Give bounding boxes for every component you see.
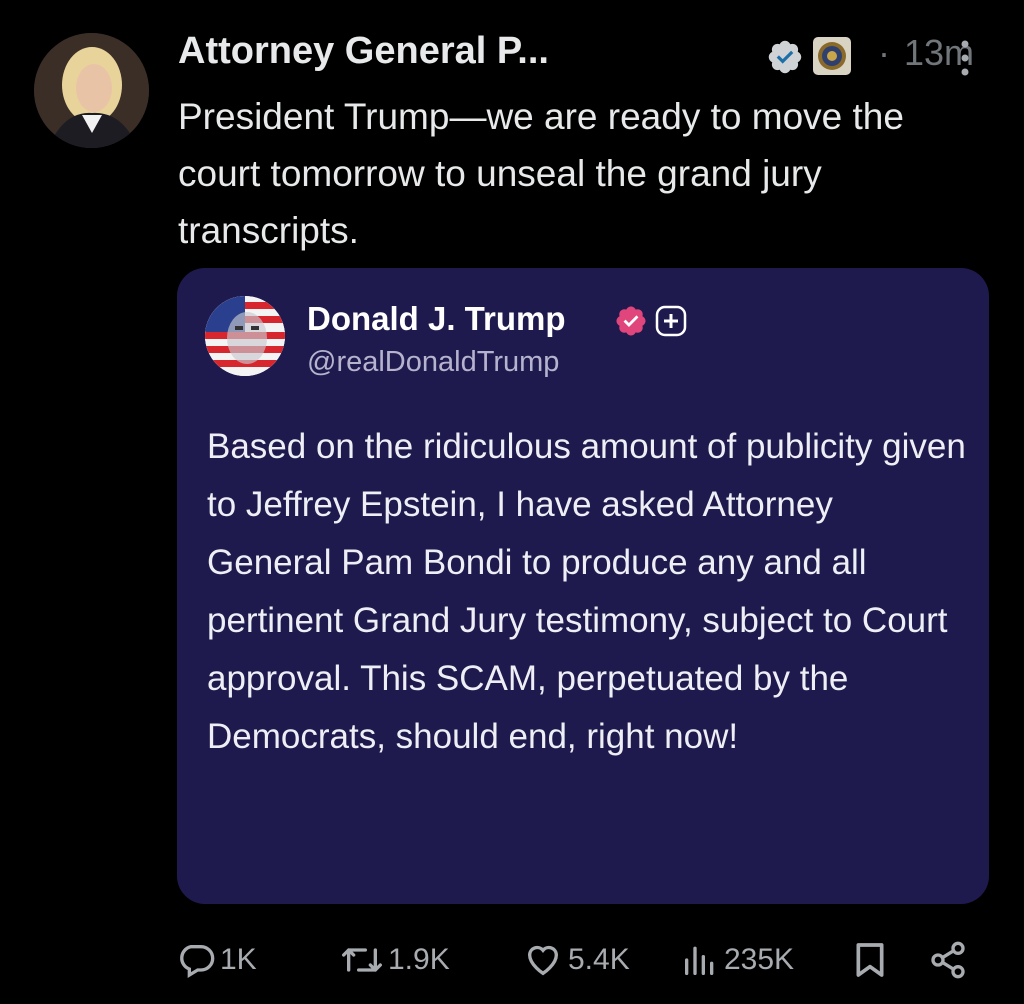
reply-icon	[180, 945, 215, 978]
plus-badge-icon	[655, 305, 687, 337]
quoted-post-text: Based on the ridiculous amount of public…	[207, 427, 966, 756]
verified-badge-icon[interactable]	[766, 38, 804, 76]
author-avatar[interactable]	[34, 33, 149, 148]
repost-icon	[341, 948, 382, 972]
bookmark-button[interactable]	[852, 930, 888, 990]
views-button[interactable]: 235K	[680, 930, 794, 990]
action-bar: 1K 1.9K 5.4K 235K	[0, 930, 1024, 990]
verified-badge-icon[interactable]	[614, 304, 648, 338]
author-name[interactable]: Attorney General P...	[178, 30, 549, 73]
repost-count: 1.9K	[388, 943, 450, 976]
affiliation-seal-icon[interactable]	[812, 36, 852, 76]
like-count: 5.4K	[568, 943, 630, 976]
share-icon	[931, 941, 965, 979]
like-button[interactable]: 5.4K	[522, 930, 630, 990]
bookmark-icon	[856, 943, 884, 977]
more-icon[interactable]	[958, 38, 972, 78]
reply-count: 1K	[220, 943, 257, 976]
post-header: Attorney General P... · 13m	[178, 28, 1008, 84]
separator-dot: ·	[878, 32, 890, 73]
quoted-author-name[interactable]: Donald J. Trump	[307, 300, 566, 338]
post-text: President Trump—we are ready to move the…	[178, 96, 904, 251]
like-icon	[527, 945, 559, 976]
views-count: 235K	[724, 943, 795, 976]
quoted-post[interactable]: Donald J. Trump @realDonaldTrump Based o…	[177, 268, 989, 904]
quoted-author-handle: @realDonaldTrump	[307, 346, 560, 378]
repost-button[interactable]: 1.9K	[340, 930, 450, 990]
quoted-author-avatar[interactable]	[205, 296, 285, 376]
reply-button[interactable]: 1K	[176, 930, 257, 990]
views-icon	[685, 946, 714, 975]
share-button[interactable]	[928, 930, 968, 990]
